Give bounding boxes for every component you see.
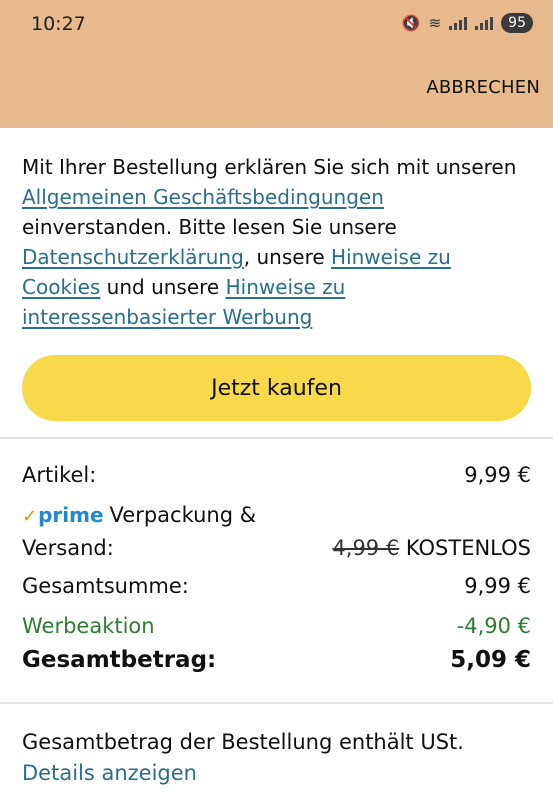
prime-check-icon: ✓ xyxy=(22,506,38,527)
summary-shipping-row: ✓ prime Verpackung & xyxy=(22,499,531,533)
total-value: 5,09 € xyxy=(450,647,531,673)
status-time: 10:27 xyxy=(31,13,86,35)
terms-link[interactable]: Allgemeinen Geschäftsbedingungen xyxy=(22,185,384,209)
vat-note: Gesamtbetrag der Bestellung enthält USt. xyxy=(22,730,464,754)
divider-2 xyxy=(0,702,553,704)
promo-value: -4,90 € xyxy=(456,614,531,638)
subtotal-label: Gesamtsumme: xyxy=(22,574,189,598)
vat-section: Gesamtbetrag der Bestellung enthält USt.… xyxy=(22,727,531,789)
items-label: Artikel: xyxy=(22,463,97,487)
wifi-icon: ≋ xyxy=(428,14,442,32)
legal-text-4: und unsere xyxy=(100,275,226,299)
shipping-free: KOSTENLOS xyxy=(405,536,531,560)
header-bar: 10:27 🔇 ≋ 95 ABBRECHEN xyxy=(0,0,553,128)
divider xyxy=(0,437,553,439)
shipping-label-line1: Verpackung & xyxy=(109,503,257,527)
buy-now-button[interactable]: Jetzt kaufen xyxy=(22,355,531,421)
legal-text-2: einverstanden. Bitte lesen Sie unsere xyxy=(22,215,397,239)
legal-text-1: Mit Ihrer Bestellung erklären Sie sich m… xyxy=(22,155,517,179)
status-icons: 🔇 ≋ 95 xyxy=(402,13,533,33)
signal-icon xyxy=(449,16,468,30)
cancel-button[interactable]: ABBRECHEN xyxy=(426,77,540,98)
details-link[interactable]: Details anzeigen xyxy=(22,758,531,789)
prime-label: prime xyxy=(38,503,104,527)
prime-logo: ✓ prime xyxy=(22,499,104,533)
summary-total-row: Gesamtbetrag: 5,09 € xyxy=(22,644,531,676)
shipping-value: 4,99 € KOSTENLOS xyxy=(332,532,531,564)
shipping-old-price: 4,99 € xyxy=(332,536,400,560)
summary-items-row: Artikel: 9,99 € xyxy=(22,459,531,491)
mute-icon: 🔇 xyxy=(401,14,421,32)
subtotal-value: 9,99 € xyxy=(464,574,531,598)
legal-notice: Mit Ihrer Bestellung erklären Sie sich m… xyxy=(22,152,532,332)
shipping-label-line2: Versand: xyxy=(22,536,114,560)
summary-promo-row: Werbeaktion -4,90 € xyxy=(22,610,531,642)
summary-shipping-row-2: Versand: 4,99 € KOSTENLOS xyxy=(22,532,531,564)
privacy-link[interactable]: Datenschutzerklärung xyxy=(22,245,244,269)
legal-text-3: , unsere xyxy=(243,245,332,269)
total-label: Gesamtbetrag: xyxy=(22,647,217,673)
summary-subtotal-row: Gesamtsumme: 9,99 € xyxy=(22,570,531,602)
promo-label: Werbeaktion xyxy=(22,614,155,638)
battery-indicator: 95 xyxy=(501,13,533,33)
signal-icon-2 xyxy=(475,16,494,30)
items-value: 9,99 € xyxy=(464,463,531,487)
